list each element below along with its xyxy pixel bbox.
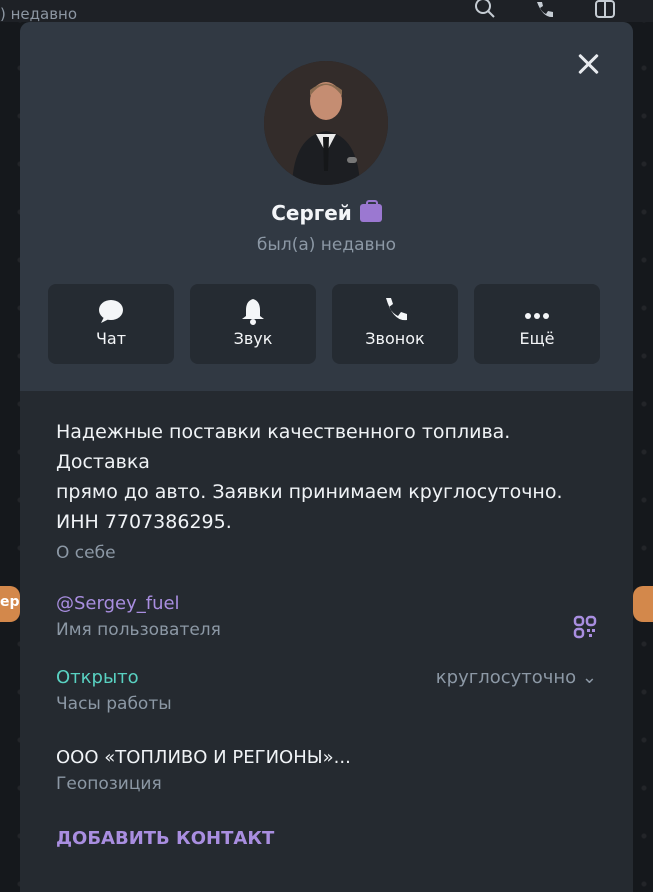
qr-code-icon[interactable] xyxy=(573,615,597,639)
action-buttons: Чат Звук Звонок Ещё xyxy=(48,284,600,364)
hours-value: круглосуточно xyxy=(435,667,577,688)
more-label: Ещё xyxy=(519,329,555,348)
hours-dropdown[interactable]: круглосуточно ⌄ xyxy=(436,667,597,688)
call-button[interactable]: Звонок xyxy=(332,284,458,364)
location-value[interactable]: ООО «ТОПЛИВО И РЕГИОНЫ»... xyxy=(56,747,597,768)
phone-icon[interactable] xyxy=(533,0,557,24)
sidebar-icon[interactable] xyxy=(593,0,617,24)
chat-header-strip: ) недавно xyxy=(0,0,653,24)
profile-name: Сергей xyxy=(20,200,633,225)
username-value[interactable]: @Sergey_fuel xyxy=(56,593,597,614)
chat-icon xyxy=(48,284,174,329)
username-label: Имя пользователя xyxy=(56,620,221,640)
profile-header: Сергей был(а) недавно Чат Звук Звонок Ещ… xyxy=(20,22,633,391)
about-line-2: прямо до авто. Заявки принимаем круглосу… xyxy=(56,481,563,503)
chat-bubble-edge: ep xyxy=(0,586,20,622)
add-contact-button[interactable]: ДОБАВИТЬ КОНТАКТ xyxy=(56,828,597,849)
chat-label: Чат xyxy=(95,329,127,348)
phone-icon xyxy=(332,284,458,329)
about-text: Надежные поставки качественного топлива.… xyxy=(56,391,597,537)
more-button[interactable]: Ещё xyxy=(474,284,600,364)
username-row[interactable]: @Sergey_fuel Имя пользователя xyxy=(56,593,597,640)
profile-panel: Сергей был(а) недавно Чат Звук Звонок Ещ… xyxy=(20,22,633,892)
more-icon xyxy=(474,284,600,329)
chat-bubble-edge-right xyxy=(633,586,653,622)
chevron-down-icon: ⌄ xyxy=(581,667,597,688)
hours-row[interactable]: Открыто круглосуточно ⌄ xyxy=(56,667,597,688)
avatar[interactable] xyxy=(264,61,388,185)
profile-name-text: Сергей xyxy=(271,201,352,225)
about-label: О себе xyxy=(56,543,116,563)
about-line-3: ИНН 7707386295. xyxy=(56,511,232,533)
sound-label: Звук xyxy=(233,329,273,348)
chat-header-icons xyxy=(473,0,617,24)
profile-details: Надежные поставки качественного топлива.… xyxy=(20,391,633,849)
call-label: Звонок xyxy=(365,329,425,348)
chat-button[interactable]: Чат xyxy=(48,284,174,364)
about-line-1: Надежные поставки качественного топлива.… xyxy=(56,421,511,473)
bell-icon xyxy=(190,284,316,329)
hours-label: Часы работы xyxy=(56,694,172,714)
chat-header-status: ) недавно xyxy=(0,5,78,23)
briefcase-icon xyxy=(359,200,382,222)
hours-state: Открыто xyxy=(56,667,139,688)
close-icon[interactable] xyxy=(577,53,599,75)
location-label: Геопозиция xyxy=(56,774,162,794)
sound-button[interactable]: Звук xyxy=(190,284,316,364)
search-icon[interactable] xyxy=(473,0,497,24)
profile-status: был(а) недавно xyxy=(256,235,397,255)
